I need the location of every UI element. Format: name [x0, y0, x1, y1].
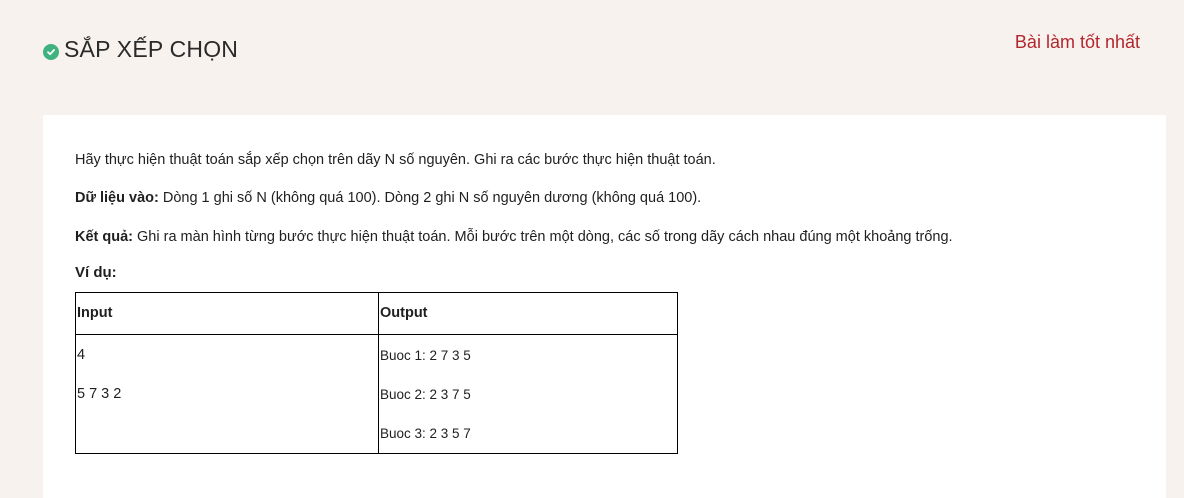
input-spec: Dữ liệu vào: Dòng 1 ghi số N (không quá …: [75, 190, 1135, 207]
output-line: Buoc 3: 2 3 5 7: [380, 426, 471, 442]
example-table-row: 4 5 7 3 2 Buoc 1: 2 7 3 5 Buoc 2: 2 3 7 …: [75, 334, 678, 455]
problem-card: Hãy thực hiện thuật toán sắp xếp chọn tr…: [43, 115, 1166, 498]
check-circle-icon: [43, 43, 59, 60]
output-spec: Kết quả: Ghi ra màn hình từng bước thực …: [75, 229, 1135, 246]
example-label: Ví dụ:: [75, 264, 117, 282]
example-table: Input Output 4 5 7 3 2 Buoc 1: 2 7 3 5 B…: [75, 292, 678, 455]
problem-description: Hãy thực hiện thuật toán sắp xếp chọn tr…: [75, 152, 716, 168]
output-line: Buoc 1: 2 7 3 5: [380, 348, 471, 364]
input-spec-text: Dòng 1 ghi số N (không quá 100). Dòng 2 …: [162, 190, 702, 207]
example-input-cell: 4 5 7 3 2: [75, 334, 379, 455]
title-wrap: SẮP XẾP CHỌN: [43, 36, 238, 63]
problem-content: Hãy thực hiện thuật toán sắp xếp chọn tr…: [75, 152, 1135, 455]
example-header-input: Input: [75, 292, 379, 336]
page-title: SẮP XẾP CHỌN: [64, 36, 239, 62]
example-table-header-row: Input Output: [75, 292, 678, 336]
input-spec-label: Dữ liệu vào:: [75, 190, 159, 207]
example-header-output: Output: [378, 292, 678, 336]
example-output-cell: Buoc 1: 2 7 3 5 Buoc 2: 2 3 7 5 Buoc 3: …: [378, 334, 678, 455]
input-line: 5 7 3 2: [77, 386, 122, 403]
output-line: Buoc 2: 2 3 7 5: [380, 387, 471, 403]
output-spec-text: Ghi ra màn hình từng bước thực hiện thuậ…: [137, 228, 953, 245]
best-submission-link[interactable]: Bài làm tốt nhất: [1015, 32, 1140, 53]
input-line: 4: [77, 347, 86, 364]
page-header: SẮP XẾP CHỌN Bài làm tốt nhất: [0, 0, 1184, 110]
output-spec-label: Kết quả:: [75, 228, 133, 245]
